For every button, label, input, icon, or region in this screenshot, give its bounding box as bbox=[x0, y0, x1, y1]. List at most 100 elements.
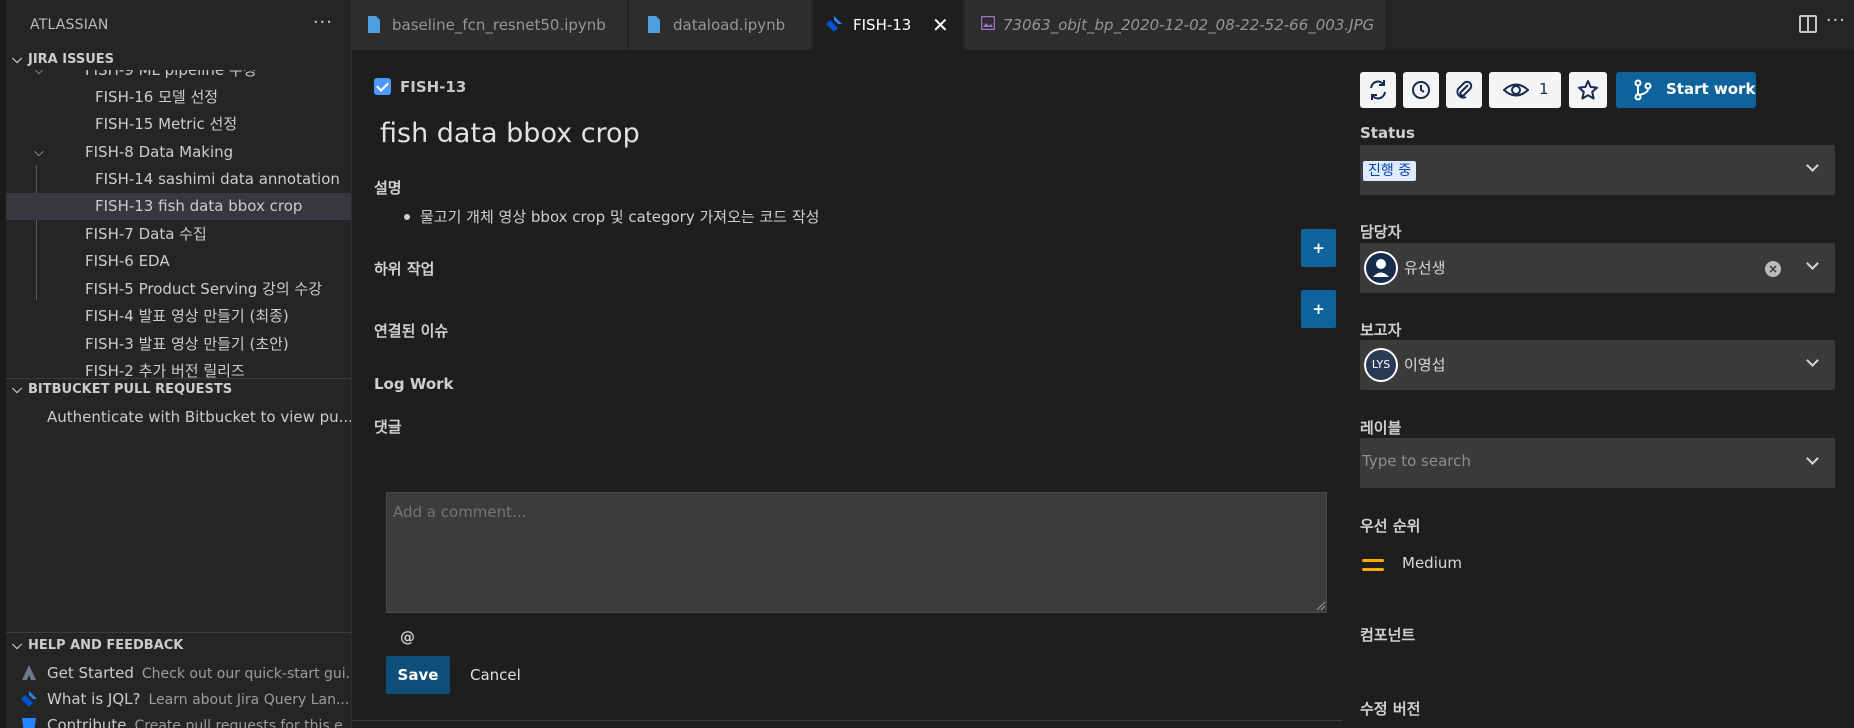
chevron-down-icon: ⌵ bbox=[12, 382, 22, 397]
description-bullet[interactable]: 물고기 개체 영상 bbox crop 및 category 가져오는 코드 작… bbox=[403, 206, 819, 227]
reporter-dropdown[interactable]: LYS 이영섭 bbox=[1360, 340, 1835, 390]
priority-label: 우선 순위 bbox=[1360, 517, 1421, 535]
tree-item-label: FISH-15 Metric 선정 bbox=[95, 115, 238, 133]
tree-item-fish-7[interactable]: FISH-7 Data 수집 bbox=[6, 221, 351, 248]
labels-label: 레이블 bbox=[1360, 419, 1402, 437]
tab-label: FISH-13 bbox=[853, 16, 912, 34]
close-icon[interactable]: ✕ bbox=[932, 0, 949, 50]
sidebar-more-icon[interactable]: ··· bbox=[313, 14, 333, 32]
section-divider bbox=[6, 632, 351, 633]
sidebar-title: ATLASSIAN bbox=[30, 17, 109, 33]
avatar bbox=[1364, 251, 1398, 285]
help-item-label: Contribute bbox=[47, 716, 127, 728]
cancel-button[interactable]: Cancel bbox=[470, 656, 521, 694]
assignee-name: 유선생 bbox=[1404, 259, 1446, 277]
eye-icon bbox=[1503, 83, 1529, 97]
jira-issues-section-title: JIRA ISSUES bbox=[28, 52, 115, 67]
help-item-what-is-jql[interactable]: What is JQL? Learn about Jira Query Lan..… bbox=[6, 686, 351, 712]
bitbucket-icon bbox=[22, 718, 36, 728]
refresh-button[interactable] bbox=[1360, 72, 1396, 108]
tree-item-fish-13[interactable]: FISH-13 fish data bbox crop bbox=[6, 193, 351, 220]
tab-dataload-notebook[interactable]: dataload.ipynb bbox=[629, 0, 812, 50]
tree-item-label: FISH-14 sashimi data annotation bbox=[95, 170, 340, 188]
tab-fish-13[interactable]: FISH-13 ✕ bbox=[813, 0, 964, 50]
tree-item-label: FISH-9 ML pipeline 수정 bbox=[85, 70, 257, 79]
comments-label: 댓글 bbox=[374, 418, 402, 436]
star-icon bbox=[1578, 80, 1598, 100]
split-editor-icon[interactable] bbox=[1799, 15, 1817, 33]
priority-value[interactable]: Medium bbox=[1402, 554, 1462, 572]
start-work-button[interactable]: Start work bbox=[1616, 72, 1756, 108]
tree-item-label: FISH-7 Data 수집 bbox=[85, 225, 207, 243]
chevron-down-icon: ⌵ bbox=[12, 638, 22, 653]
tab-label: 73063_objt_bp_2020-12-02_08-22-52-66_003… bbox=[1003, 16, 1375, 34]
save-button[interactable]: Save bbox=[386, 656, 450, 694]
labels-dropdown[interactable]: Type to search bbox=[1360, 438, 1835, 488]
branch-icon bbox=[1634, 79, 1652, 101]
clear-icon[interactable]: × bbox=[1765, 261, 1781, 277]
paperclip-icon bbox=[1456, 80, 1473, 99]
tree-item-fish-2[interactable]: FISH-2 추가 버전 릴리즈 bbox=[6, 358, 351, 378]
chevron-down-icon bbox=[1806, 452, 1819, 465]
assignee-dropdown[interactable]: 유선생 × bbox=[1360, 243, 1835, 293]
vote-button[interactable] bbox=[1569, 72, 1607, 108]
add-subtask-button[interactable]: + bbox=[1301, 229, 1336, 267]
resize-grip-icon[interactable] bbox=[1316, 601, 1326, 611]
tree-item-label: FISH-8 Data Making bbox=[85, 143, 234, 161]
tree-item-fish-6[interactable]: FISH-6 EDA bbox=[6, 248, 351, 275]
help-item-label: What is JQL? bbox=[47, 690, 141, 708]
bitbucket-section-header[interactable]: ⌵ BITBUCKET PULL REQUESTS bbox=[6, 378, 351, 402]
tree-item-fish-15[interactable]: FISH-15 Metric 선정 bbox=[6, 111, 351, 138]
notebook-icon bbox=[368, 16, 380, 33]
tab-image-file[interactable]: 73063_objt_bp_2020-12-02_08-22-52-66_003… bbox=[965, 0, 1386, 50]
task-type-icon bbox=[374, 78, 391, 95]
chevron-down-icon: ⌵ bbox=[34, 70, 44, 78]
tree-item-fish-16[interactable]: FISH-16 모델 선정 bbox=[6, 84, 351, 111]
priority-medium-icon bbox=[1362, 557, 1384, 573]
more-actions-icon[interactable]: ··· bbox=[1826, 10, 1846, 31]
labels-search-input[interactable]: Type to search bbox=[1362, 452, 1471, 470]
mention-button[interactable]: @ bbox=[400, 628, 415, 646]
subtasks-label: 하위 작업 bbox=[374, 260, 435, 278]
bitbucket-section-title: BITBUCKET PULL REQUESTS bbox=[28, 382, 233, 397]
status-badge: 진행 중 bbox=[1363, 161, 1417, 181]
editor-tab-bar: baseline_fcn_resnet50.ipynb dataload.ipy… bbox=[352, 0, 1854, 50]
comment-input[interactable] bbox=[386, 492, 1327, 613]
issue-key[interactable]: FISH-13 bbox=[400, 78, 466, 96]
help-section-title: HELP AND FEEDBACK bbox=[28, 638, 184, 653]
components-label: 컴포넌트 bbox=[1360, 626, 1416, 644]
watch-button[interactable]: 1 bbox=[1489, 72, 1561, 108]
tree-item-fish-3[interactable]: FISH-3 발표 영상 만들기 (초안) bbox=[6, 331, 351, 358]
refresh-icon bbox=[1370, 80, 1386, 100]
tree-item-fish-9[interactable]: ⌵ FISH-9 ML pipeline 수정 bbox=[6, 70, 351, 84]
add-linked-issue-button[interactable]: + bbox=[1301, 290, 1336, 328]
tree-item-fish-5[interactable]: FISH-5 Product Serving 강의 수강 bbox=[6, 276, 351, 303]
tree-item-label: FISH-4 발표 영상 만들기 (최종) bbox=[85, 307, 289, 325]
help-item-desc: Create pull requests for this e... bbox=[134, 718, 351, 728]
tree-item-label: FISH-5 Product Serving 강의 수강 bbox=[85, 280, 323, 298]
help-item-contribute[interactable]: Contribute Create pull requests for this … bbox=[6, 712, 351, 728]
tree-item-fish-8[interactable]: ⌵ FISH-8 Data Making bbox=[6, 139, 351, 166]
status-dropdown[interactable]: 진행 중 bbox=[1360, 145, 1835, 195]
tree-item-fish-14[interactable]: FISH-14 sashimi data annotation bbox=[6, 166, 351, 193]
tree-item-label: FISH-6 EDA bbox=[85, 252, 170, 270]
chevron-down-icon bbox=[1806, 159, 1819, 172]
tree-item-label: FISH-3 발표 영상 만들기 (초안) bbox=[85, 335, 289, 353]
bitbucket-auth-message[interactable]: Authenticate with Bitbucket to view pu..… bbox=[47, 408, 351, 426]
tab-baseline-notebook[interactable]: baseline_fcn_resnet50.ipynb bbox=[352, 0, 628, 50]
issue-title[interactable]: fish data bbox crop bbox=[380, 118, 640, 149]
jira-issues-section-header[interactable]: ⌵ JIRA ISSUES bbox=[6, 48, 351, 72]
image-icon bbox=[981, 16, 995, 30]
log-work-label[interactable]: Log Work bbox=[374, 375, 454, 393]
help-section-header[interactable]: ⌵ HELP AND FEEDBACK bbox=[6, 634, 351, 658]
tree-item-fish-4[interactable]: FISH-4 발표 영상 만들기 (최종) bbox=[6, 303, 351, 330]
help-item-get-started[interactable]: Get Started Check out our quick-start gui… bbox=[6, 660, 351, 686]
chevron-down-icon: ⌵ bbox=[12, 52, 22, 67]
issue-main-panel: FISH-13 fish data bbox crop 설명 물고기 개체 영상… bbox=[352, 50, 1342, 728]
status-label: Status bbox=[1360, 124, 1415, 142]
log-time-button[interactable] bbox=[1403, 72, 1439, 108]
description-label: 설명 bbox=[374, 179, 402, 197]
attach-button[interactable] bbox=[1446, 72, 1482, 108]
notebook-icon bbox=[648, 16, 660, 33]
fix-version-label: 수정 버전 bbox=[1360, 700, 1421, 718]
